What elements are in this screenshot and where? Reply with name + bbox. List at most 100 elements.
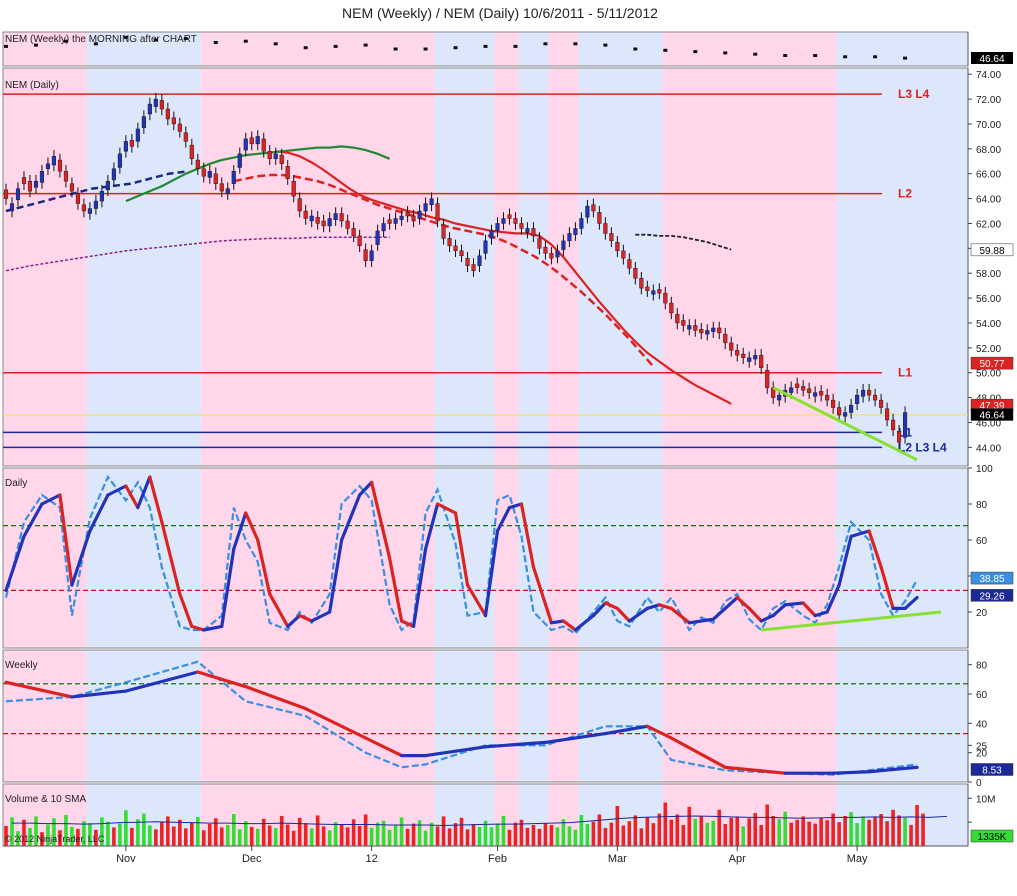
value-tag-label: 29.26 [979,591,1004,602]
candle [375,230,380,245]
candle [735,350,740,356]
volume-bar [603,827,608,846]
background-band [518,32,549,66]
stoch-slow-segment [549,619,566,625]
volume-bar [807,821,811,846]
weekly-marker [63,39,68,43]
volume-bar [357,825,362,846]
candle [3,189,9,199]
candle [75,193,80,204]
volume-bar [549,825,554,846]
candle [21,177,27,184]
volume-bar [693,818,698,846]
weekly-marker [93,42,98,46]
volume-bar [639,828,644,846]
candle [891,419,896,431]
candle [165,108,170,120]
candle [111,168,116,181]
weekly-marker [243,39,248,43]
volume-bar [321,826,326,846]
volume-bar [243,821,248,846]
weekly-marker [843,55,848,59]
candle [861,389,866,397]
candle [363,249,368,261]
volume-bar [465,829,470,846]
volume-bar [112,827,116,846]
background-band [434,650,495,782]
volume-bar [429,822,434,846]
candle [531,228,536,237]
candle [255,136,260,145]
y-tick-label: 60 [976,690,988,701]
background-band [200,32,435,66]
candle [711,327,716,332]
candle [609,233,614,242]
candle [87,208,92,214]
volume-bar [759,825,764,846]
volume-bar [339,824,344,846]
y-tick-label: 40 [976,719,988,730]
candle [507,214,512,219]
y-tick-label: 20 [976,608,988,619]
volume-bar [369,827,374,846]
volume-bar [711,820,716,846]
volume-bar [213,818,218,846]
candle [423,203,428,212]
volume-bar [627,821,632,846]
volume-bar [399,817,404,846]
weekly-marker [513,44,518,48]
candle [153,98,158,107]
y-tick-label: 68.00 [976,145,1001,156]
stoch-slow-segment [783,601,805,607]
candle [81,204,86,212]
volume-bar [633,815,638,846]
candle [189,144,194,159]
candle [675,314,680,324]
candle [57,159,62,172]
candle [123,141,128,152]
background-band [548,32,579,66]
volume-bar [106,821,110,846]
background-band [494,650,519,782]
volume-bar [735,816,740,846]
y-tick-label: 62.00 [976,219,1001,230]
candle [867,389,872,396]
volume-bar [717,809,722,846]
candle [441,224,446,239]
x-tick-label: May [847,853,868,865]
candle [435,203,440,222]
x-tick-label: 12 [365,853,377,865]
stoch-slow-segment [687,619,703,625]
value-tag-label: 38.85 [979,574,1004,585]
candle [903,412,908,438]
candle [699,328,704,334]
candle [681,320,686,326]
volume-bar [166,816,170,846]
candle [231,171,236,184]
level-label: L3 L4 [898,87,930,101]
background-band [518,650,549,782]
panel-title: Volume & 10 SMA [5,794,86,805]
volume-bar [789,822,793,846]
background-band [578,650,663,782]
ninjatrader-chart: NEM (Weekly) the MORNING after CHART 46.6… [0,0,1017,891]
volume-bar [801,816,805,846]
candle [387,219,392,224]
volume-bar [651,823,656,846]
y-tick-label: 80 [976,661,988,672]
y-tick-label: 64.00 [976,195,1001,206]
volume-bar [118,823,122,846]
weekly-marker [303,46,308,50]
candle [885,408,890,421]
y-tick-label: 60 [976,536,988,547]
volume-bar [417,820,422,846]
candle [729,342,734,351]
background-band [200,468,435,648]
volume-bar [621,825,626,846]
volume-bar [231,814,236,846]
volume-bar [477,826,482,846]
candle [513,218,518,224]
stoch-slow-segment [699,617,715,623]
candle [639,277,644,289]
volume-bar [909,825,913,846]
